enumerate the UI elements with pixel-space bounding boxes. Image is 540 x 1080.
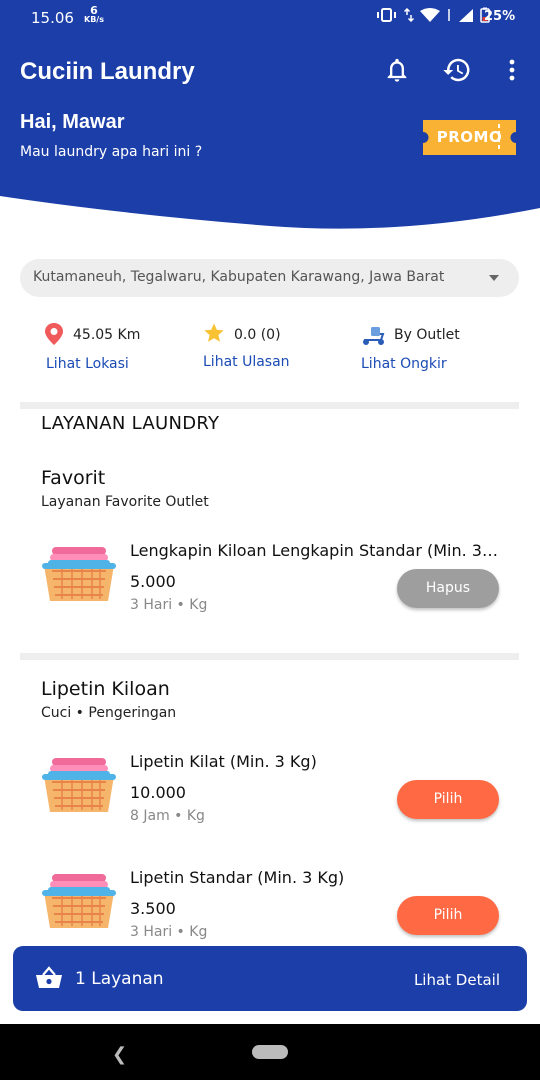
view-location-link[interactable]: Lihat Lokasi [46,356,129,372]
home-pill-icon[interactable] [252,1045,288,1059]
service-item[interactable]: Lipetin Standar (Min. 3 Kg) 3.500 3 Hari… [0,868,540,958]
wifi-icon [420,7,440,22]
view-reviews-link[interactable]: Lihat Ulasan [203,354,290,370]
promo-label: PROMO [436,128,503,146]
location-address: Kutamaneuh, Tegalwaru, Kabupaten Karawan… [33,269,445,285]
delivery-value: By Outlet [394,327,460,343]
more-vert-icon[interactable] [500,56,524,84]
remove-favorite-button[interactable]: Hapus [397,569,499,608]
distance-value: 45.05 Km [73,327,141,343]
network-speed-unit: KB/s [84,15,104,24]
service-price: 10.000 [130,783,186,802]
services-section-title: LAYANAN LAUNDRY [41,413,220,434]
basket-icon [42,874,116,928]
cart-basket-icon [36,966,62,988]
dropdown-caret-icon [489,275,499,281]
system-nav-bar: ❮ [0,1024,540,1080]
greeting-subtitle: Mau laundry apa hari ini ? [20,144,203,160]
service-meta: 3 Hari • Kg [130,597,208,613]
data-arrows-icon [404,8,414,22]
favorite-group-title: Favorit [41,467,106,489]
section-divider [20,402,519,409]
service-item[interactable]: Lipetin Kilat (Min. 3 Kg) 10.000 8 Jam •… [0,752,540,842]
service-price: 5.000 [130,572,176,591]
select-service-button[interactable]: Pilih [397,896,499,935]
location-dropdown[interactable]: Kutamaneuh, Tegalwaru, Kabupaten Karawan… [20,259,519,297]
header: 15.06 6 KB/s 25% Cuciin Laundry Hai, Maw… [0,0,540,230]
location-pin-icon [45,323,63,345]
status-icons [376,7,490,23]
wifi-arrows-icon [448,9,450,21]
service-item[interactable]: Lengkapin Kiloan Lengkapin Standar (Min.… [0,541,540,631]
battery-percent: 25% [484,9,516,24]
promo-button[interactable]: PROMO [423,120,516,155]
lipetin-group-subtitle: Cuci • Pengeringan [41,705,177,721]
network-speed-value: 6 [90,4,98,17]
lipetin-group-title: Lipetin Kiloan [41,678,170,700]
select-service-button[interactable]: Pilih [397,780,499,819]
back-icon[interactable]: ❮ [112,1044,127,1065]
section-divider [20,653,519,660]
basket-icon [42,547,116,601]
greeting: Hai, Mawar [20,111,125,133]
cart-bar[interactable]: 1 Layanan Lihat Detail [13,946,527,1011]
service-name: Lengkapin Kiloan Lengkapin Standar (Min.… [130,541,500,560]
network-speed: 6 KB/s [84,4,104,24]
signal-icon [459,8,473,22]
status-time: 15.06 [31,9,74,27]
service-name: Lipetin Standar (Min. 3 Kg) [130,868,345,887]
app-title: Cuciin Laundry [20,58,195,85]
basket-icon [42,758,116,812]
rating-value: 0.0 (0) [234,327,281,343]
bell-icon[interactable] [383,56,411,84]
history-icon[interactable] [442,55,472,85]
view-shipping-link[interactable]: Lihat Ongkir [361,356,447,372]
scooter-icon [363,327,385,345]
star-icon [204,323,224,342]
view-detail-link[interactable]: Lihat Detail [414,971,500,989]
vibrate-icon [377,8,396,22]
service-name: Lipetin Kilat (Min. 3 Kg) [130,752,317,771]
favorite-group-subtitle: Layanan Favorite Outlet [41,494,209,510]
status-bar: 15.06 6 KB/s 25% [0,0,540,36]
service-meta: 3 Hari • Kg [130,924,208,940]
cart-count: 1 Layanan [75,969,164,989]
service-meta: 8 Jam • Kg [130,808,205,824]
service-price: 3.500 [130,899,176,918]
